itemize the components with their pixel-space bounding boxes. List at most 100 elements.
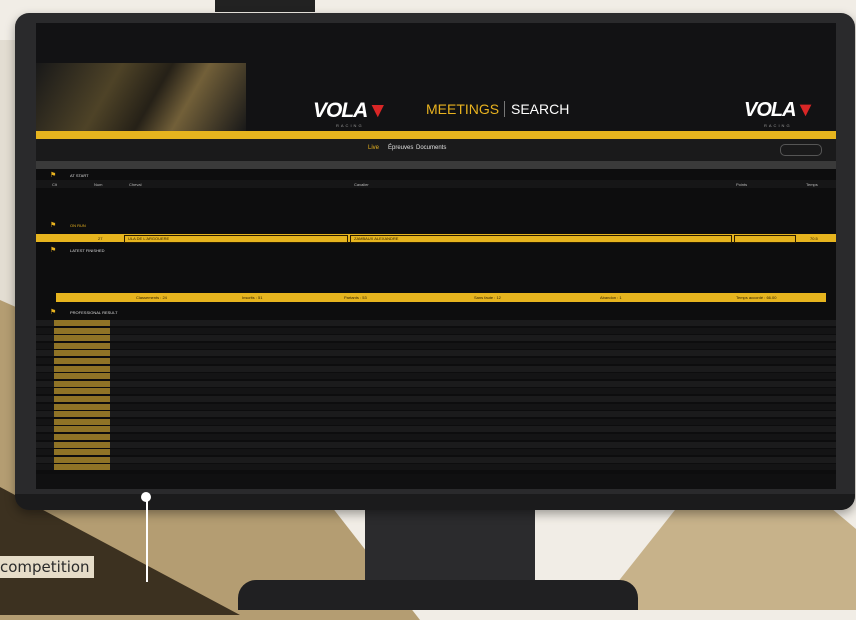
rank-cell (54, 320, 110, 326)
table-row[interactable] (36, 426, 836, 433)
table-row[interactable] (36, 464, 836, 471)
table-row[interactable] (36, 411, 836, 418)
table-row[interactable] (36, 388, 836, 395)
stat-item: Temps accordé : 66.00 (736, 295, 777, 300)
rank-cell (54, 388, 110, 395)
section-at-start: ⚑ AT START (36, 170, 836, 180)
tab-bar: Live Épreuves Documents (36, 139, 836, 161)
section-on-run: ⚑ ON RUN (36, 220, 836, 230)
rank-cell (54, 342, 110, 349)
column-header: Cheval (129, 182, 142, 187)
rank-cell (54, 373, 110, 380)
rank-cell (54, 358, 110, 364)
column-header: Clt (52, 182, 57, 187)
header-artwork (36, 63, 246, 131)
logo-subtitle: RACING (336, 123, 364, 128)
header: VOLA▼ RACING MEETINGS SEARCH VOLA▼ RACIN… (36, 23, 836, 131)
monitor-stand (365, 508, 535, 588)
nav-search[interactable]: SEARCH (504, 101, 569, 117)
table-row[interactable] (36, 266, 836, 272)
stat-item: Abandon : 1 (600, 295, 622, 300)
section-results: ⚑ PROFESSIONAL RESULT (36, 307, 836, 317)
table-row[interactable] (36, 434, 836, 440)
rank-cell (54, 335, 110, 342)
stat-item: Partants : 53 (344, 295, 367, 300)
tab-documents[interactable]: Documents (416, 145, 446, 151)
rank-cell (54, 464, 110, 471)
rank-cell (54, 411, 110, 418)
rank-cell (54, 456, 110, 463)
rank-cell (54, 441, 110, 448)
rider-number: 27 (98, 236, 103, 241)
flag-icon: ⚑ (50, 172, 57, 179)
table-row[interactable] (36, 449, 836, 456)
tab-epreuves[interactable]: Épreuves (388, 145, 413, 151)
section-label: LATEST FINISHED (70, 248, 105, 253)
screen: VOLA▼ RACING MEETINGS SEARCH VOLA▼ RACIN… (36, 23, 836, 489)
section-label: PROFESSIONAL RESULT (70, 310, 118, 315)
table-row[interactable] (36, 373, 836, 380)
tab-live[interactable]: Live (368, 145, 379, 151)
section-latest-finished: ⚑ LATEST FINISHED (36, 245, 836, 255)
stat-item: Classements : 24 (136, 295, 167, 300)
table-row[interactable] (36, 259, 836, 265)
logo-mark-icon: ▼ (795, 99, 816, 121)
table-row[interactable] (36, 350, 836, 357)
nav-meetings[interactable]: MEETINGS (426, 101, 499, 117)
rank-cell (54, 396, 110, 402)
column-header: Cavalier (354, 182, 369, 187)
monitor-base (238, 580, 638, 610)
monitor: VOLA▼ RACING MEETINGS SEARCH VOLA▼ RACIN… (15, 13, 855, 510)
rank-cell (54, 403, 110, 410)
column-header: Temps (806, 182, 818, 187)
rider-cell (350, 235, 732, 243)
table-row[interactable] (36, 365, 836, 372)
stat-item: Sans faute : 12 (474, 295, 501, 300)
horse-name: ULA DE L'ARGOUERE (128, 236, 170, 241)
refresh-button[interactable] (780, 144, 822, 156)
table-row[interactable] (36, 456, 836, 463)
stat-item: Inscrits : 51 (242, 295, 263, 300)
background-panel (215, 0, 315, 12)
table-row[interactable] (36, 380, 836, 387)
section-label: ON RUN (70, 223, 86, 228)
brand-logo[interactable]: VOLA▼ (313, 99, 388, 123)
callout-dot (141, 492, 151, 502)
rank-cell (54, 426, 110, 433)
rider-name: ZAMBAUX ALEXANDRE (354, 236, 399, 241)
logo-subtitle: RACING (764, 123, 792, 128)
table-row[interactable] (36, 418, 836, 425)
time-value: 70.5 (810, 236, 818, 241)
callout-line (146, 498, 148, 582)
table-row[interactable] (36, 403, 836, 410)
points-cell (734, 235, 796, 243)
current-rider-row[interactable]: 27 ULA DE L'ARGOUERE ZAMBAUX ALEXANDRE 7… (36, 234, 836, 243)
flag-icon: ⚑ (50, 222, 57, 229)
table-row[interactable] (36, 320, 836, 326)
rank-cell (54, 380, 110, 387)
footer (36, 474, 836, 489)
logo-text: VOLA (744, 99, 797, 121)
rank-cell (54, 327, 110, 334)
stats-bar: Classements : 24 Inscrits : 51 Partants … (56, 293, 826, 302)
section-label: AT START (70, 173, 89, 178)
brand-logo-right: VOLA▼ (744, 99, 816, 122)
table-row[interactable] (36, 441, 836, 448)
table-row[interactable] (36, 335, 836, 342)
flag-icon: ⚑ (50, 309, 57, 316)
table-row[interactable] (36, 396, 836, 402)
caption: competition (0, 556, 94, 578)
rank-cell (54, 434, 110, 440)
rank-cell (54, 418, 110, 425)
rank-cell (54, 449, 110, 456)
competition-bar (36, 131, 836, 139)
table-row[interactable] (36, 327, 836, 334)
rank-cell (54, 365, 110, 372)
table-row[interactable] (36, 358, 836, 364)
column-header: Num (94, 182, 103, 187)
event-info-bar (36, 161, 836, 169)
rank-cell (54, 350, 110, 357)
table-row[interactable] (36, 342, 836, 349)
table-header: Clt Num Cheval Cavalier Points Temps (36, 180, 836, 188)
logo-mark-icon: ▼ (367, 99, 388, 122)
